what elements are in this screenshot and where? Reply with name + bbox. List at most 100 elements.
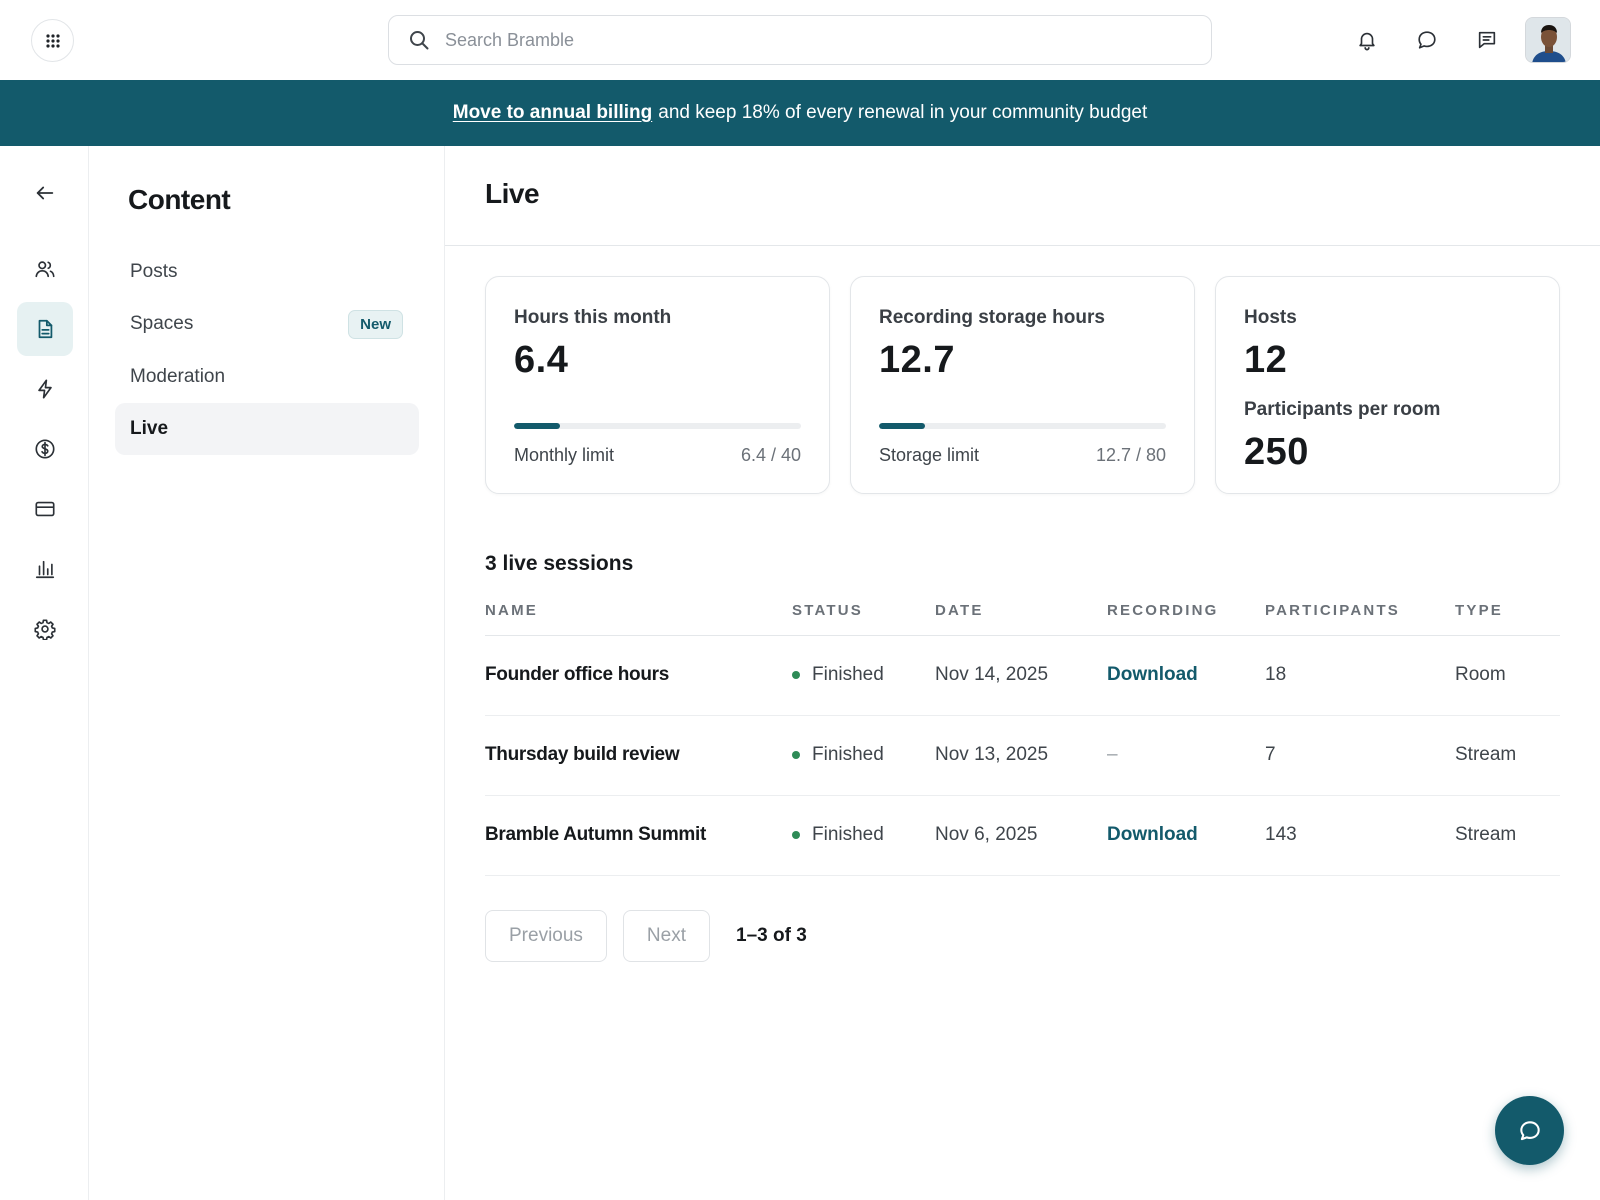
chat-bubble-icon bbox=[1418, 31, 1436, 49]
sessions-table: NAME STATUS DATE RECORDING PARTICIPANTS … bbox=[485, 594, 1560, 876]
session-participants: 7 bbox=[1265, 744, 1276, 765]
limit-value: 12.7 / 80 bbox=[1095, 445, 1166, 465]
card-label: Hours this month bbox=[514, 307, 672, 328]
status-text: Finished bbox=[812, 824, 884, 845]
rail-item-settings[interactable] bbox=[17, 602, 73, 656]
card-label: Hosts bbox=[1244, 307, 1297, 328]
next-page-button[interactable]: Next bbox=[622, 910, 710, 962]
pagination: Previous Next 1–3 of 3 bbox=[485, 910, 807, 962]
messages-button[interactable] bbox=[1469, 22, 1505, 58]
column-header-name: NAME bbox=[485, 602, 538, 619]
credit-card-icon bbox=[35, 501, 55, 517]
status-dot bbox=[792, 671, 800, 679]
session-date: Nov 13, 2025 bbox=[935, 744, 1049, 765]
session-name[interactable]: Thursday build review bbox=[485, 744, 680, 766]
previous-page-button[interactable]: Previous bbox=[485, 910, 607, 962]
sidebar-item-spaces[interactable]: Spaces New bbox=[115, 298, 419, 350]
message-square-icon bbox=[1478, 31, 1496, 49]
main-content: Live Hours this month 6.4 Monthly limit … bbox=[445, 146, 1600, 1200]
session-name[interactable]: Founder office hours bbox=[485, 664, 669, 686]
sidebar-item-moderation[interactable]: Moderation bbox=[115, 351, 419, 403]
search-icon bbox=[410, 31, 429, 50]
download-recording-link[interactable]: Download bbox=[1107, 664, 1198, 686]
search-input[interactable] bbox=[445, 29, 1165, 51]
sidebar-item-label: Spaces bbox=[130, 313, 194, 334]
storage-progress-bar bbox=[879, 423, 1166, 429]
session-type: Stream bbox=[1455, 824, 1517, 845]
card-label: Recording storage hours bbox=[879, 307, 1105, 328]
session-participants: 143 bbox=[1265, 824, 1297, 845]
limit-label: Monthly limit bbox=[514, 445, 615, 465]
session-date: Nov 6, 2025 bbox=[935, 824, 1038, 845]
session-status: Finished bbox=[792, 664, 884, 686]
rail-item-content[interactable] bbox=[17, 302, 73, 356]
page-title: Live bbox=[485, 178, 540, 209]
bolt-icon bbox=[38, 379, 52, 399]
session-status: Finished bbox=[792, 824, 884, 846]
rail-item-payments[interactable] bbox=[17, 422, 73, 476]
apps-grid-icon bbox=[45, 33, 60, 48]
notifications-button[interactable] bbox=[1349, 22, 1385, 58]
session-type: Room bbox=[1455, 664, 1506, 685]
column-header-recording: RECORDING bbox=[1107, 602, 1219, 619]
table-row[interactable]: Thursday build review Finished Nov 13, 2… bbox=[485, 716, 1560, 796]
sidebar-item-label: Posts bbox=[130, 261, 178, 282]
search-bar[interactable] bbox=[388, 15, 1212, 65]
users-icon bbox=[35, 261, 55, 278]
sidebar-item-live[interactable]: Live bbox=[115, 403, 419, 455]
sidebar-item-label: Live bbox=[130, 418, 169, 439]
annual-billing-link[interactable]: Move to annual billing bbox=[453, 102, 653, 124]
card-label-secondary: Participants per room bbox=[1244, 399, 1441, 420]
hosts-card: Hosts 12 Participants per room 250 bbox=[1215, 276, 1560, 494]
limit-label: Storage limit bbox=[879, 445, 980, 465]
bell-icon bbox=[1359, 32, 1375, 51]
session-type: Stream bbox=[1455, 744, 1517, 765]
session-participants: 18 bbox=[1265, 664, 1287, 685]
rail-item-automations[interactable] bbox=[17, 362, 73, 416]
top-bar bbox=[0, 0, 1600, 80]
session-status: Finished bbox=[792, 744, 884, 766]
support-chat-button[interactable] bbox=[1495, 1096, 1564, 1165]
status-text: Finished bbox=[812, 664, 884, 685]
page-header: Live bbox=[445, 146, 1600, 246]
new-badge: New bbox=[348, 310, 403, 339]
rail-item-billing[interactable] bbox=[17, 482, 73, 536]
status-text: Finished bbox=[812, 744, 884, 765]
card-value: 12 bbox=[1244, 339, 1288, 381]
icon-rail bbox=[0, 146, 89, 1200]
billing-banner: Move to annual billing and keep 18% of e… bbox=[0, 80, 1600, 146]
content-sidebar: Content Posts Spaces New Moderation Live bbox=[89, 146, 445, 1200]
rail-item-members[interactable] bbox=[17, 242, 73, 296]
card-value-secondary: 250 bbox=[1244, 431, 1309, 473]
table-row[interactable]: Bramble Autumn Summit Finished Nov 6, 20… bbox=[485, 796, 1560, 876]
chat-bubble-icon bbox=[1519, 1120, 1540, 1140]
column-header-date: DATE bbox=[935, 602, 984, 619]
progress-fill bbox=[879, 423, 925, 429]
table-row[interactable]: Founder office hours Finished Nov 14, 20… bbox=[485, 636, 1560, 716]
column-header-participants: PARTICIPANTS bbox=[1265, 602, 1401, 619]
sidebar-item-posts[interactable]: Posts bbox=[115, 246, 419, 298]
card-value: 6.4 bbox=[514, 339, 569, 381]
table-header: NAME STATUS DATE RECORDING PARTICIPANTS … bbox=[485, 594, 1560, 636]
settings-icon bbox=[34, 619, 56, 640]
session-date: Nov 14, 2025 bbox=[935, 664, 1049, 685]
apps-menu-button[interactable] bbox=[31, 19, 74, 62]
pagination-info: 1–3 of 3 bbox=[736, 925, 807, 946]
storage-card: Recording storage hours 12.7 Storage lim… bbox=[850, 276, 1195, 494]
session-name[interactable]: Bramble Autumn Summit bbox=[485, 824, 706, 846]
status-dot bbox=[792, 751, 800, 759]
user-avatar[interactable] bbox=[1525, 17, 1571, 63]
sidebar-title: Content bbox=[128, 184, 231, 215]
back-button[interactable] bbox=[17, 166, 73, 220]
status-dot bbox=[792, 831, 800, 839]
chat-button[interactable] bbox=[1409, 22, 1445, 58]
bar-chart-icon bbox=[35, 560, 55, 579]
banner-text: and keep 18% of every renewal in your co… bbox=[658, 102, 1148, 123]
no-recording: – bbox=[1107, 744, 1118, 765]
rail-item-analytics[interactable] bbox=[17, 542, 73, 596]
dollar-icon bbox=[35, 439, 55, 459]
download-recording-link[interactable]: Download bbox=[1107, 824, 1198, 846]
column-header-type: TYPE bbox=[1455, 602, 1503, 619]
sidebar-item-label: Moderation bbox=[130, 366, 226, 387]
card-value: 12.7 bbox=[879, 339, 955, 381]
